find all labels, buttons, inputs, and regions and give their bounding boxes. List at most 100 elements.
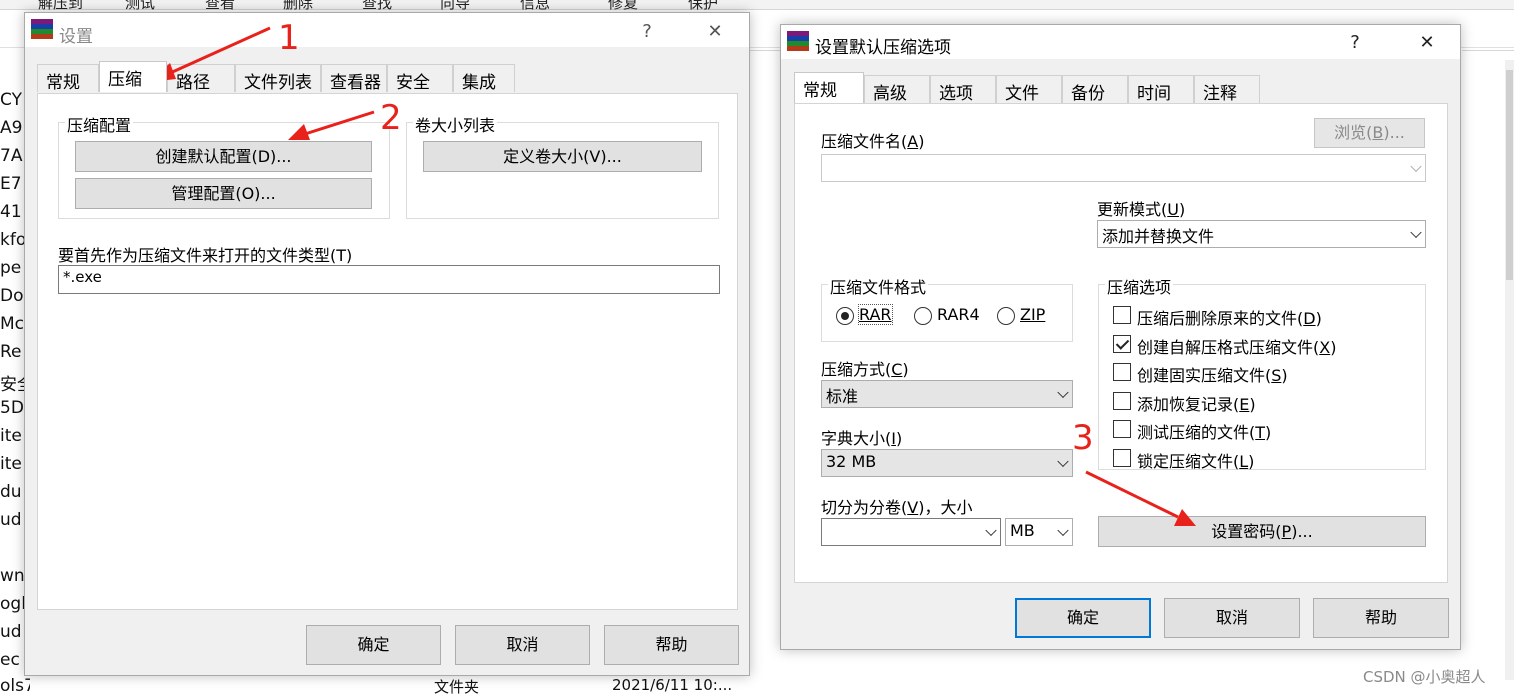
open-as-archive-input[interactable]: *.exe [58,265,720,294]
dictionary-label: 字典大小(I) [821,429,903,448]
option-test-label[interactable]: 测试压缩的文件(T) [1137,419,1271,443]
format-zip-radio[interactable] [997,307,1015,325]
list-item[interactable]: 41 [0,202,22,222]
tab-comment[interactable]: 注释 [1194,75,1260,104]
default-titlebar[interactable]: 设置默认压缩选项 ? ✕ [781,25,1460,59]
default-cancel-button[interactable]: 取消 [1164,598,1300,638]
scrollbar-thumb[interactable] [1506,70,1513,280]
tab-options[interactable]: 选项 [930,75,996,104]
list-item[interactable]: ud [0,622,22,642]
default-help-bottom-button[interactable]: 帮助 [1313,598,1449,638]
settings-help-bottom-button[interactable]: 帮助 [604,625,739,665]
tab-files[interactable]: 文件 [996,75,1062,104]
row-type: 文件夹 [434,678,480,695]
tab-file-list[interactable]: 文件列表 [235,64,321,93]
option-recovery-label[interactable]: 添加恢复记录(E) [1137,391,1256,415]
option-lock-label[interactable]: 锁定压缩文件(L) [1137,448,1254,472]
list-item[interactable]: ogl [0,594,26,614]
tab-time[interactable]: 时间 [1128,75,1194,104]
create-default-profile-button[interactable]: 创建默认配置(D)... [75,141,372,172]
settings-tab-panel: 压缩配置 创建默认配置(D)... 管理配置(O)... 卷大小列表 定义卷大小… [37,93,738,610]
format-rar-label[interactable]: RAR [858,304,893,325]
settings-help-button[interactable]: ? [635,21,659,42]
default-ok-button[interactable]: 确定 [1015,598,1151,638]
list-item[interactable]: E7 [0,174,22,194]
split-size-combobox[interactable] [821,518,1001,546]
tab-general[interactable]: 常规 [794,72,864,103]
dictionary-select[interactable]: 32 MB [821,449,1073,477]
list-item[interactable]: A9 [0,118,22,138]
split-unit-select[interactable]: MB [1005,518,1073,546]
option-sfx-checkbox[interactable] [1113,335,1131,353]
default-title: 设置默认压缩选项 [815,38,951,58]
archive-name-combobox[interactable] [821,154,1426,182]
format-zip-label[interactable]: ZIP [1020,305,1045,324]
compression-profiles-label: 压缩配置 [65,112,134,136]
winrar-icon [787,31,809,53]
list-item[interactable]: ec [0,650,20,670]
list-item[interactable]: Mc [0,314,24,334]
define-volume-sizes-button[interactable]: 定义卷大小(V)... [423,141,702,172]
tab-paths[interactable]: 路径 [167,64,235,93]
default-tab-panel: 压缩文件名(A) 浏览(B)... 更新模式(U) 添加并替换文件 压缩文件格式… [794,103,1448,583]
update-mode-select[interactable]: 添加并替换文件 [1097,220,1426,248]
list-item[interactable]: pe [0,258,21,278]
list-item[interactable]: ite [0,454,22,474]
list-item[interactable]: CY [0,90,22,110]
set-password-button[interactable]: 设置密码(P)... [1098,516,1426,547]
compression-options-label: 压缩选项 [1105,274,1174,298]
list-item[interactable]: Do [0,286,24,306]
list-item[interactable]: ols7 [0,676,30,695]
option-test-checkbox[interactable] [1113,420,1131,438]
settings-titlebar[interactable]: 设置 ? ✕ [25,13,749,47]
default-help-button[interactable]: ? [1343,32,1367,53]
list-item[interactable]: 5D [0,398,24,418]
settings-cancel-button[interactable]: 取消 [455,625,590,665]
option-lock-checkbox[interactable] [1113,449,1131,467]
tab-integration[interactable]: 集成 [453,64,515,93]
option-delete-after-label[interactable]: 压缩后删除原来的文件(D) [1137,305,1322,329]
option-solid-checkbox[interactable] [1113,363,1131,381]
tab-general[interactable]: 常规 [37,64,99,93]
list-item[interactable]: 7A [0,146,22,166]
tab-advanced[interactable]: 高级 [864,75,930,104]
list-item[interactable]: du [0,482,22,502]
option-solid-label[interactable]: 创建固实压缩文件(S) [1137,362,1288,386]
split-label: 切分为分卷(V)，大小 [821,498,973,517]
settings-close-button[interactable]: ✕ [703,21,727,42]
format-rar-radio[interactable] [836,307,854,325]
open-as-archive-label: 要首先作为压缩文件来打开的文件类型(T) [58,246,353,265]
list-item[interactable]: Re [0,342,22,362]
archive-format-label: 压缩文件格式 [828,274,929,298]
method-label: 压缩方式(C) [821,360,909,379]
tab-security[interactable]: 安全 [387,64,453,93]
method-select[interactable]: 标准 [821,380,1073,408]
list-item[interactable]: wn [0,566,25,586]
option-sfx-label[interactable]: 创建自解压格式压缩文件(X) [1137,334,1336,358]
format-rar4-label[interactable]: RAR4 [937,305,980,324]
tab-viewer[interactable]: 查看器 [321,64,387,93]
background-scrollbar[interactable] [1505,60,1514,680]
background-toolbar: 解压到 测试 查看 删除 查找 向导 信息 修复 保护 [0,0,1514,12]
volume-sizes-label: 卷大小列表 [413,112,498,136]
list-item[interactable]: ud [0,510,22,530]
list-item[interactable]: kfo [0,230,26,250]
list-item[interactable]: ite [0,426,22,446]
browse-button[interactable]: 浏览(B)... [1314,118,1425,148]
tab-compression[interactable]: 压缩 [99,61,167,92]
format-rar4-radio[interactable] [914,307,932,325]
default-close-button[interactable]: ✕ [1415,32,1439,53]
settings-title: 设置 [59,27,93,47]
settings-ok-button[interactable]: 确定 [306,625,441,665]
archive-format-group: 压缩文件格式 RAR RAR4 ZIP [821,274,1073,342]
annotation-number-3: 3 [1072,418,1094,458]
chevron-down-icon [1057,455,1069,468]
option-recovery-checkbox[interactable] [1113,392,1131,410]
tab-backup[interactable]: 备份 [1062,75,1128,104]
manage-profiles-button[interactable]: 管理配置(O)... [75,178,372,209]
chevron-down-icon [1057,524,1069,537]
settings-tabs: 常规 压缩 路径 文件列表 查看器 安全 集成 [37,61,737,94]
option-delete-after-checkbox[interactable] [1113,306,1131,324]
default-compression-dialog: 设置默认压缩选项 ? ✕ 常规 高级 选项 文件 备份 时间 注释 压缩文件名(… [780,24,1461,650]
annotation-number-1: 1 [278,18,300,58]
